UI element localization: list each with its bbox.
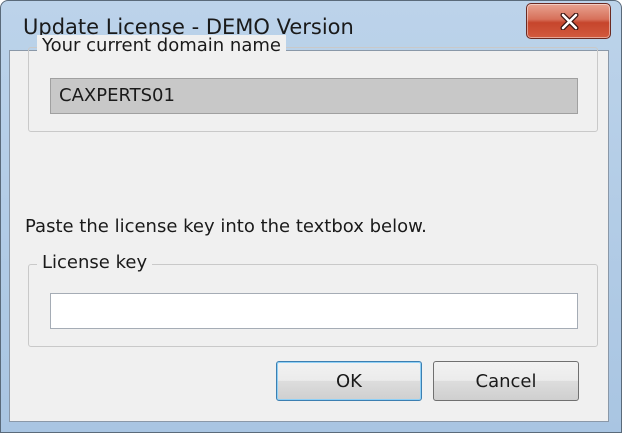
ok-button[interactable]: OK bbox=[276, 361, 422, 401]
domain-name-field: CAXPERTS01 bbox=[50, 78, 578, 114]
close-icon bbox=[560, 13, 579, 30]
instruction-text: Paste the license key into the textbox b… bbox=[25, 216, 427, 237]
domain-group-label: Your current domain name bbox=[37, 35, 286, 56]
license-key-input[interactable] bbox=[50, 293, 578, 329]
license-groupbox: License key bbox=[28, 252, 598, 347]
cancel-button[interactable]: Cancel bbox=[433, 361, 579, 401]
close-button[interactable] bbox=[526, 3, 611, 39]
domain-groupbox: Your current domain name CAXPERTS01 bbox=[28, 35, 598, 132]
license-group-label: License key bbox=[37, 252, 153, 273]
